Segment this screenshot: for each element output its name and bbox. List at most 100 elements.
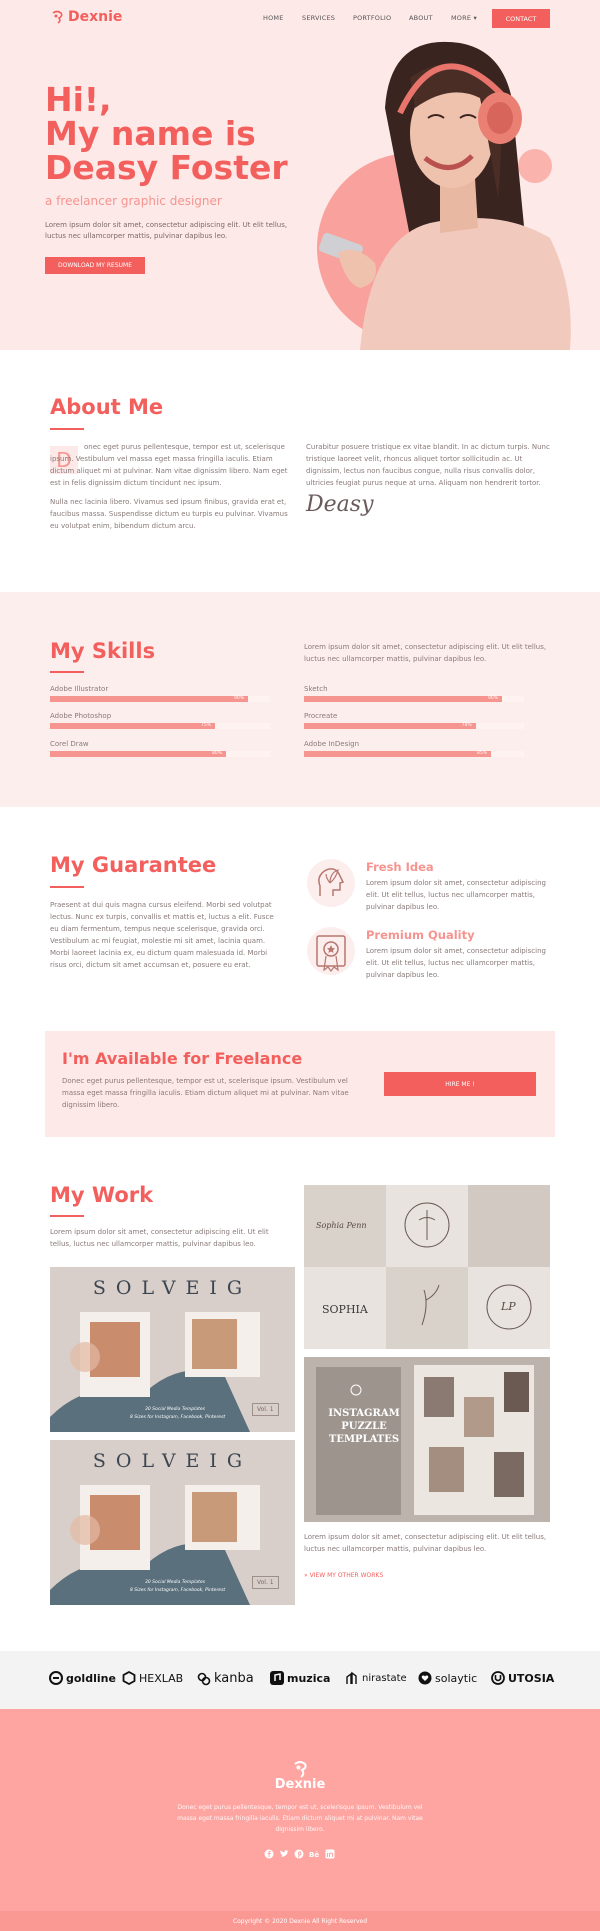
work-outro: Lorem ipsum dolor sit amet, consectetur …: [304, 1533, 547, 1553]
freelance-banner: I'm Available for Freelance Donec eget p…: [45, 1031, 555, 1137]
skill-bar-fill: [50, 751, 226, 757]
portfolio-item-instagram-puzzle[interactable]: INSTAGRAM PUZZLE TEMPLATES: [304, 1357, 550, 1522]
facebook-icon[interactable]: [264, 1849, 274, 1859]
freelance-text: Donec eget purus pellentesque, tempor es…: [62, 1077, 349, 1109]
skill-bar-fill: [50, 723, 215, 729]
nav-services[interactable]: SERVICES: [302, 14, 335, 22]
feature-text: Lorem ipsum dolor sit amet, consectetur …: [366, 879, 546, 911]
brand-name: HEXLAB: [139, 1671, 184, 1685]
guarantee-text: Praesent at dui quis magna cursus eleife…: [50, 901, 274, 969]
skill-label: Adobe Illustrator: [50, 685, 109, 693]
skill-bar: 78%: [304, 723, 524, 729]
hero-title-line: Hi!,: [45, 80, 112, 119]
footer-text: Donec eget purus pellentesque, tempor es…: [177, 1804, 423, 1833]
volume-badge: Vol. 1: [252, 1576, 279, 1589]
skill-percent: 90%: [488, 696, 499, 701]
download-resume-button[interactable]: DOWNLOAD MY RESUME: [45, 257, 145, 274]
work-divider: [50, 1215, 84, 1217]
knot-icon: [197, 1672, 211, 1685]
brands-strip: goldline HEXLAB kanba muzica nirastate s…: [0, 1651, 600, 1709]
brand-name: kanba: [214, 1671, 254, 1686]
view-other-works-link[interactable]: » VIEW MY OTHER WORKS: [304, 1572, 383, 1579]
certificate-icon: [307, 927, 355, 975]
skills-title: My Skills: [50, 639, 156, 663]
music-note-icon: [270, 1671, 284, 1685]
volume-badge: Vol. 1: [252, 1403, 279, 1416]
footer-brand-name: Dexnie: [274, 1777, 326, 1792]
about-paragraph-3: Curabitur posuere tristique ex vitae bla…: [306, 443, 550, 487]
skill-bar: 85%: [304, 751, 524, 757]
brand-hexlab: HEXLAB: [122, 1671, 183, 1685]
logo-sample: Sophia Penn: [316, 1221, 367, 1230]
skill-bar: 75%: [50, 723, 270, 729]
hero-section: Hi!, My name is Deasy Foster a freelance…: [0, 38, 600, 350]
about-paragraph-2: Nulla nec lacinia libero. Vivamus sed ip…: [50, 498, 288, 530]
pinterest-icon[interactable]: [294, 1849, 304, 1859]
logo-sample: LP: [501, 1300, 516, 1313]
skill-bar-fill: [50, 696, 248, 702]
hero-title: Hi!, My name is Deasy Foster: [45, 83, 325, 185]
skill-bar: 90%: [304, 696, 524, 702]
idea-head-icon: [307, 859, 355, 907]
brand-name: goldline: [66, 1671, 116, 1685]
nav-about[interactable]: ABOUT: [409, 14, 433, 22]
behance-icon[interactable]: Bē: [309, 1849, 319, 1859]
about-title: About Me: [50, 395, 164, 419]
nav-home[interactable]: HOME: [263, 14, 284, 22]
portfolio-item-solveig[interactable]: SOLVEIG 30 Social Media Templates 8 Size…: [50, 1267, 295, 1432]
nav-portfolio[interactable]: PORTFOLIO: [353, 14, 391, 22]
hero-text: Lorem ipsum dolor sit amet, consectetur …: [45, 221, 288, 240]
hero-title-line: Deasy Foster: [45, 148, 288, 187]
contact-button[interactable]: CONTACT: [492, 9, 550, 28]
skill-label: Sketch: [304, 685, 328, 693]
brand-utosia: UTOSIA: [491, 1671, 554, 1685]
skill-label: Adobe Photoshop: [50, 712, 112, 720]
logo[interactable]: Dexnie: [50, 9, 122, 25]
feature-title-fresh-idea: Fresh Idea: [366, 860, 434, 874]
skills-intro: Lorem ipsum dolor sit amet, consectetur …: [304, 643, 547, 663]
skill-label: Procreate: [304, 712, 338, 720]
signature: Deasy: [306, 492, 374, 517]
hero-subtitle: a freelancer graphic designer: [45, 194, 222, 208]
feature-title-premium-quality: Premium Quality: [366, 928, 475, 942]
brand-goldline: goldline: [49, 1671, 116, 1685]
heart-badge-icon: [418, 1671, 432, 1685]
linkedin-icon[interactable]: [325, 1849, 335, 1859]
brand-solaytic: solaytic: [418, 1671, 477, 1685]
portfolio-item-logos[interactable]: Sophia Penn SOPHIA LP: [304, 1185, 550, 1349]
goldline-icon: [49, 1671, 63, 1685]
brand-name: muzica: [287, 1671, 331, 1685]
svg-text:Bē: Bē: [309, 1851, 319, 1859]
nav-more[interactable]: MORE ▾: [451, 14, 477, 22]
copyright-text: Copyright © 2020 Dexnie All Right Reserv…: [232, 1917, 368, 1925]
brand-name: UTOSIA: [508, 1671, 555, 1685]
hero-portrait-image: [317, 41, 571, 350]
portfolio-item-solveig[interactable]: SOLVEIG 30 Social Media Templates 8 Size…: [50, 1440, 295, 1605]
utosia-icon: [491, 1671, 505, 1685]
skill-bar: 90%: [50, 696, 270, 702]
building-icon: [346, 1671, 357, 1684]
copyright-bar: Copyright © 2020 Dexnie All Right Reserv…: [0, 1911, 600, 1931]
nav-more-label: MORE: [451, 14, 472, 22]
guarantee-title: My Guarantee: [50, 853, 217, 877]
twitter-icon[interactable]: [279, 1849, 289, 1859]
feature-text: Lorem ipsum dolor sit amet, consectetur …: [366, 947, 546, 979]
skills-divider: [50, 671, 84, 673]
skill-bar-fill: [304, 723, 476, 729]
skill-percent: 78%: [461, 723, 472, 728]
brand-name: nirastate: [362, 1672, 407, 1684]
puzzle-title-line: INSTAGRAM: [328, 1408, 400, 1419]
portfolio-caption-2: 8 Sizes for Instagram, Facebook, Pintere…: [130, 1415, 226, 1420]
brand-name: solaytic: [435, 1671, 478, 1685]
about-paragraph-1: onec eget purus pellentesque, tempor est…: [50, 443, 288, 487]
hero-title-line: My name is: [45, 114, 256, 153]
puzzle-title-line: TEMPLATES: [328, 1434, 400, 1445]
site-header: Dexnie HOME SERVICES PORTFOLIO ABOUT MOR…: [0, 0, 600, 38]
logo-icon: [52, 10, 63, 24]
hire-me-button[interactable]: HIRE ME !: [384, 1072, 536, 1096]
skill-bar-fill: [304, 751, 491, 757]
portfolio-caption-2: 8 Sizes for Instagram, Facebook, Pintere…: [130, 1588, 226, 1593]
logo-text: Dexnie: [68, 9, 123, 25]
freelance-title: I'm Available for Freelance: [62, 1049, 303, 1068]
about-divider: [50, 428, 84, 430]
